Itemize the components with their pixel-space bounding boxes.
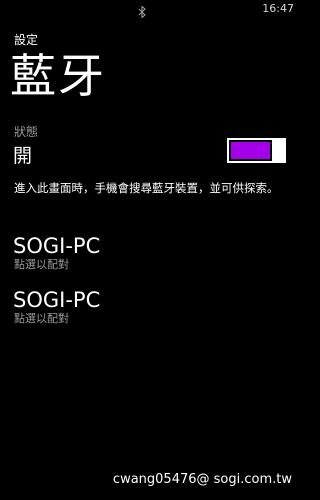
device-item[interactable]: SOGI-PC 點選以配對 [13, 287, 283, 331]
watermark: cwang05476@ sogi.com.tw [112, 472, 292, 487]
status-label: 狀態 [14, 125, 39, 139]
status-bar: 16:47 [0, 0, 300, 20]
bluetooth-toggle[interactable] [227, 138, 286, 163]
app-title: 設定 [14, 33, 39, 47]
toggle-track [227, 138, 274, 163]
bluetooth-icon [138, 3, 146, 19]
device-name: SOGI-PC [13, 288, 101, 312]
device-item[interactable]: SOGI-PC 點選以配對 [13, 233, 283, 277]
toggle-fill [231, 142, 270, 159]
description-text: 進入此畫面時，手機會搜尋藍牙裝置，並可供探索。 [14, 181, 279, 195]
page-title: 藍牙 [10, 49, 106, 103]
clock: 16:47 [262, 2, 294, 15]
status-value: 開 [13, 145, 33, 167]
device-name: SOGI-PC [13, 234, 101, 258]
device-subtitle: 點選以配對 [14, 312, 69, 325]
toggle-thumb[interactable] [274, 138, 286, 163]
device-subtitle: 點選以配對 [14, 258, 69, 271]
